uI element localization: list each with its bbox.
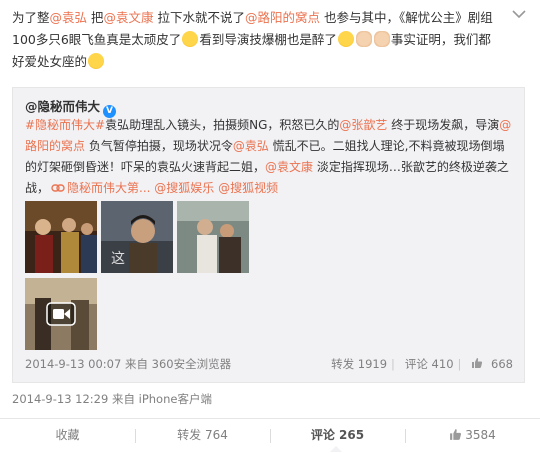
clap-emoji-icon — [355, 31, 372, 47]
repost-label: 转发 764 — [177, 428, 228, 442]
topic-page-label[interactable]: 隐秘而伟大第... — [67, 181, 150, 195]
retweet-like-count: 668 — [491, 357, 513, 371]
mention-link[interactable]: @张歆艺 — [339, 118, 387, 132]
mention-link[interactable]: @袁文康 — [265, 160, 313, 174]
photo-thumbnail[interactable] — [177, 201, 249, 273]
retweet-card: @隐秘而伟大 V #隐秘而伟大#袁弘助理乱入镜头，拍摄频NG，积怒已久的@张歆艺 … — [12, 87, 525, 383]
like-count: 3584 — [465, 428, 496, 442]
video-play-icon[interactable] — [46, 302, 76, 326]
favorite-button[interactable]: 收藏 — [0, 419, 135, 453]
retweet-time-link[interactable]: 2014-9-13 00:07 — [25, 357, 121, 371]
topic-link[interactable]: #隐秘而伟大# — [25, 118, 105, 132]
favorite-label: 收藏 — [55, 428, 80, 442]
post-text-5: 看到导演技爆棚也是醉了 — [199, 32, 337, 47]
retweet-repost-button[interactable]: 转发 1919 — [331, 357, 387, 371]
mention-link[interactable]: @袁文康 — [104, 10, 154, 25]
tongue-emoji-icon — [337, 31, 354, 47]
retweet-source: 来自 360安全浏览器 — [124, 357, 232, 371]
photo-image — [25, 201, 97, 273]
post-time-link[interactable]: 2014-9-13 12:29 — [12, 392, 108, 406]
photo-thumbnail[interactable] — [25, 201, 97, 273]
topic-page-link[interactable]: 隐秘而伟大第... — [49, 181, 150, 195]
photo-thumbnail[interactable]: 这 — [101, 201, 173, 273]
post-meta: 2014-9-13 12:29 来自 iPhone客户端 — [12, 391, 212, 407]
mention-link[interactable]: @搜狐视频 — [218, 181, 278, 195]
mention-link[interactable]: @搜狐娱乐 — [154, 181, 214, 195]
divider: | — [391, 357, 395, 371]
video-thumbnail[interactable] — [25, 278, 97, 350]
active-tab-indicator — [330, 446, 342, 452]
retweet-comment-button[interactable]: 评论 410 — [405, 357, 454, 371]
photo-image — [177, 201, 249, 273]
retweet-text: #隐秘而伟大#袁弘助理乱入镜头，拍摄频NG，积怒已久的@张歆艺 终于现场发飙，导… — [25, 115, 513, 199]
like-button[interactable]: 3584 — [405, 419, 540, 453]
clap-emoji-icon — [373, 31, 390, 47]
mention-link[interactable]: @袁弘 — [233, 139, 269, 153]
retweet-like-button[interactable]: 668 — [471, 357, 513, 371]
divider: | — [457, 357, 462, 371]
repost-button[interactable]: 转发 764 — [135, 419, 270, 453]
thumbs-up-icon — [472, 358, 483, 368]
post-text-1: 为了整 — [12, 10, 50, 25]
action-bar: 收藏 转发 764 评论 265 3584 — [0, 418, 540, 453]
link-icon — [51, 184, 65, 192]
retweet-text-1: 袁弘助理乱入镜头，拍摄频NG，积怒已久的 — [105, 118, 340, 132]
retweet-text-2: 终于现场发飙，导演 — [387, 118, 500, 132]
retweet-username[interactable]: @隐秘而伟大 — [25, 99, 100, 114]
post-text-2: 把 — [87, 10, 104, 25]
post-source: 来自 iPhone客户端 — [111, 392, 212, 406]
retweet-text-3: 负气暂停拍摄，现场状况令 — [85, 139, 233, 153]
smile-emoji-icon — [88, 53, 105, 69]
photo-image: 这 — [101, 201, 173, 273]
chevron-down-icon[interactable] — [512, 9, 526, 19]
mention-link[interactable]: @袁弘 — [50, 10, 88, 25]
thumbs-up-icon — [450, 429, 462, 440]
comment-label: 评论 265 — [310, 428, 365, 442]
mention-link[interactable]: @路阳的窝点 — [245, 10, 320, 25]
svg-text:这: 这 — [111, 250, 125, 267]
post-text-3: 拉下水就不说了 — [153, 10, 246, 25]
retweet-footer: 2014-9-13 00:07 来自 360安全浏览器 转发 1919 | 评论 4… — [25, 356, 513, 374]
laugh-cry-emoji-icon — [182, 31, 199, 47]
post-text: 为了整@袁弘 把@袁文康 拉下水就不说了@路阳的窝点 也参与其中，《解忧公主》剧… — [12, 7, 502, 73]
